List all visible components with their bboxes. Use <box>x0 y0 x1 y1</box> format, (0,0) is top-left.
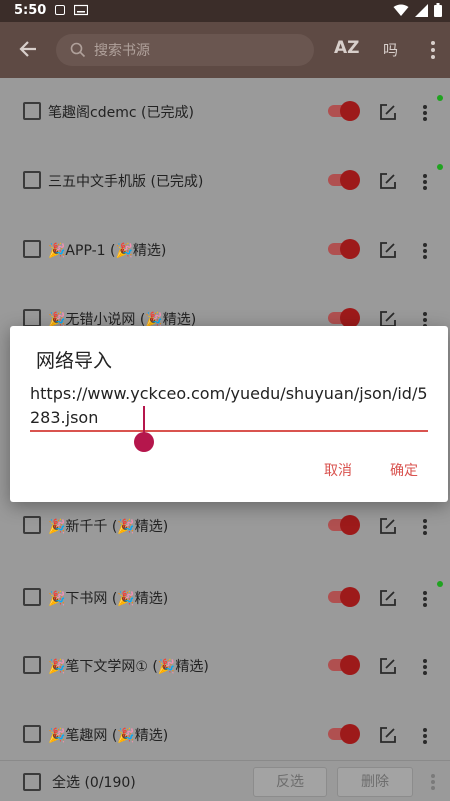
more-icon[interactable] <box>422 727 428 749</box>
notification-icon <box>55 5 65 15</box>
source-name: 三五中文手机版 (已完成) <box>48 174 204 190</box>
edit-icon[interactable] <box>379 589 397 611</box>
search-input[interactable] <box>92 38 306 64</box>
overflow-menu-icon[interactable] <box>430 40 436 64</box>
dialog-title: 网络导入 <box>36 350 113 372</box>
cancel-button[interactable]: 取消 <box>324 460 352 480</box>
source-checkbox[interactable] <box>23 725 41 743</box>
status-dot <box>437 164 443 170</box>
source-name: 笔趣阁cdemc (已完成) <box>48 105 194 121</box>
source-checkbox[interactable] <box>23 656 41 674</box>
battery-icon <box>434 3 442 17</box>
enable-switch-thumb[interactable] <box>340 724 360 744</box>
source-checkbox[interactable] <box>23 102 41 120</box>
invert-selection-button[interactable]: 反选 <box>253 767 327 797</box>
list-item[interactable]: 🎉新千千 (🎉精选) <box>0 492 450 560</box>
select-all-label[interactable]: 全选 (0/190) <box>52 772 136 792</box>
search-box[interactable] <box>56 34 314 66</box>
edit-icon[interactable] <box>379 172 397 194</box>
list-item[interactable]: 三五中文手机版 (已完成) <box>0 147 450 215</box>
search-icon <box>70 42 86 62</box>
source-checkbox[interactable] <box>23 171 41 189</box>
source-name: 🎉新千千 (🎉精选) <box>48 519 169 535</box>
enable-switch-thumb[interactable] <box>340 655 360 675</box>
wifi-icon <box>393 4 409 16</box>
enable-switch-thumb[interactable] <box>340 515 360 535</box>
enable-switch-thumb[interactable] <box>340 308 360 328</box>
confirm-button[interactable]: 确定 <box>390 460 418 480</box>
list-item[interactable]: 🎉笔趣网 (🎉精选) <box>0 701 450 769</box>
source-name: 🎉下书网 (🎉精选) <box>48 591 169 607</box>
back-arrow-icon[interactable] <box>16 36 42 62</box>
delete-button[interactable]: 删除 <box>337 767 413 797</box>
more-icon[interactable] <box>422 518 428 540</box>
status-bar: 5:50 <box>0 0 450 22</box>
cursor-handle[interactable] <box>134 432 154 452</box>
sort-az-icon[interactable]: AZ <box>334 38 359 58</box>
source-checkbox[interactable] <box>23 240 41 258</box>
enable-switch-thumb[interactable] <box>340 239 360 259</box>
list-item[interactable]: 🎉APP-1 (🎉精选) <box>0 216 450 284</box>
list-item[interactable]: 🎉笔下文学网① (🎉精选) <box>0 632 450 700</box>
source-name: 🎉笔趣网 (🎉精选) <box>48 728 169 744</box>
signal-icon <box>415 3 428 17</box>
status-dot <box>437 581 443 587</box>
edit-icon[interactable] <box>379 241 397 263</box>
more-icon[interactable] <box>422 173 428 195</box>
input-underline <box>30 430 428 432</box>
enable-switch-thumb[interactable] <box>340 101 360 121</box>
source-name: 🎉笔下文学网① (🎉精选) <box>48 659 209 675</box>
list-item[interactable]: 🎉下书网 (🎉精选) <box>0 564 450 632</box>
edit-icon[interactable] <box>379 103 397 125</box>
bottom-more-icon[interactable] <box>430 773 436 795</box>
edit-icon[interactable] <box>379 657 397 679</box>
source-checkbox[interactable] <box>23 309 41 327</box>
more-icon[interactable] <box>422 590 428 612</box>
source-checkbox[interactable] <box>23 516 41 534</box>
more-icon[interactable] <box>422 104 428 126</box>
edit-icon[interactable] <box>379 517 397 539</box>
select-all-checkbox[interactable] <box>23 773 41 791</box>
source-checkbox[interactable] <box>23 588 41 606</box>
enable-switch-thumb[interactable] <box>340 587 360 607</box>
keyboard-icon <box>73 4 89 20</box>
status-dot <box>437 95 443 101</box>
source-name: 🎉APP-1 (🎉精选) <box>48 243 167 259</box>
bottom-action-bar: 全选 (0/190) 反选 删除 <box>0 760 450 801</box>
url-input[interactable]: https://www.yckceo.com/yuedu/shuyuan/jso… <box>30 382 428 430</box>
more-icon[interactable] <box>422 242 428 264</box>
more-icon[interactable] <box>422 658 428 680</box>
group-icon[interactable]: 吗 <box>383 39 398 60</box>
status-time: 5:50 <box>14 3 47 18</box>
network-import-dialog: 网络导入 https://www.yckceo.com/yuedu/shuyua… <box>10 326 448 502</box>
enable-switch-thumb[interactable] <box>340 170 360 190</box>
app-bar: AZ 吗 <box>0 22 450 78</box>
edit-icon[interactable] <box>379 726 397 748</box>
list-item[interactable]: 笔趣阁cdemc (已完成) <box>0 78 450 146</box>
